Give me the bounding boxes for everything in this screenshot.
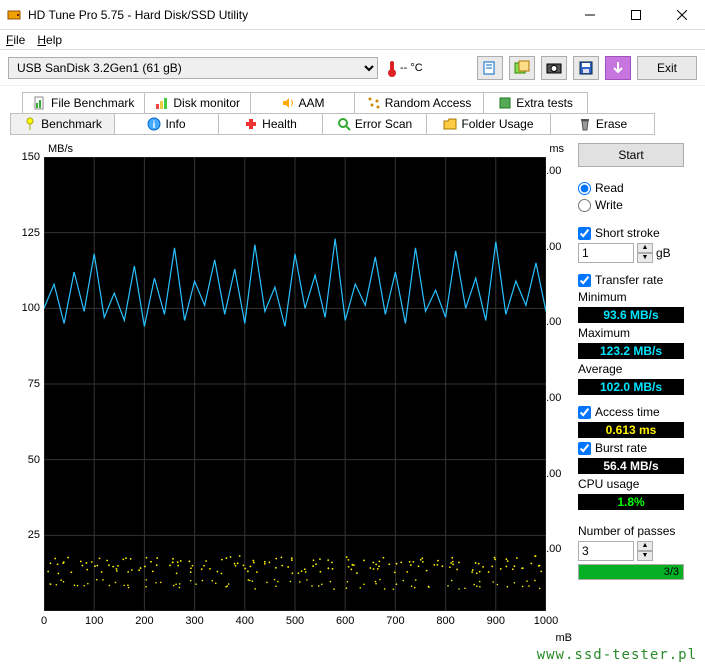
x-unit: mB [556,632,573,644]
y-left-tick: 25 [16,529,40,541]
y-left-tick: 75 [16,378,40,390]
tab-random-access[interactable]: Random Access [354,92,484,113]
maximize-button[interactable] [613,0,659,30]
titlebar: HD Tune Pro 5.75 - Hard Disk/SSD Utility [0,0,705,30]
maximum-label: Maximum [578,326,684,340]
average-label: Average [578,362,684,376]
y-right-tick: 1.00 [540,543,568,555]
tab-label: Benchmark [41,117,102,131]
start-button[interactable]: Start [578,143,684,167]
temperature-value: -- °C [400,62,423,74]
menu-file[interactable]: File [6,33,25,47]
write-radio[interactable]: Write [578,198,684,212]
burst-rate-value: 56.4 MB/s [578,458,684,474]
watermark: www.ssd-tester.pl [537,647,697,663]
burst-rate-check[interactable]: Burst rate [578,441,684,455]
tab-aam[interactable]: AAM [250,92,355,113]
cpu-usage-value: 1.8% [578,494,684,510]
tab-label: Erase [596,117,627,131]
x-tick: 200 [135,615,153,627]
x-tick: 700 [386,615,404,627]
x-tick: 400 [236,615,254,627]
menu-help[interactable]: Help [37,33,62,47]
y-right-tick: 6.00 [540,165,568,177]
transfer-rate-check[interactable]: Transfer rate [578,273,684,287]
y-right-unit: ms [549,143,564,155]
tab-label: Folder Usage [461,117,533,131]
progress-text: 3/3 [664,565,679,579]
y-left-tick: 125 [16,227,40,239]
tab-erase[interactable]: Erase [550,113,655,135]
progress-bar: 3/3 [578,564,684,580]
x-tick: 100 [85,615,103,627]
tab-error-scan[interactable]: Error Scan [322,113,427,135]
menubar: File Help [0,30,705,50]
minimum-label: Minimum [578,290,684,304]
y-left-unit: MB/s [48,143,73,155]
tab-label: AAM [299,96,325,110]
tab-folder-usage[interactable]: Folder Usage [426,113,551,135]
access-time-check[interactable]: Access time [578,405,684,419]
cpu-usage-label: CPU usage [578,477,684,491]
tab-label: Random Access [385,96,472,110]
short-stroke-check[interactable]: Short stroke [578,226,684,240]
maximum-value: 123.2 MB/s [578,343,684,359]
y-left-tick: 50 [16,454,40,466]
y-right-tick: 2.00 [540,468,568,480]
y-left-tick: 100 [16,302,40,314]
y-right-tick: 5.00 [540,241,568,253]
benchmark-chart: MB/s ms 1.00 2.00 3.00 4.00 5.00 6.00 0 100 200 3… [10,143,570,648]
short-stroke-spinner[interactable]: ▲▼ [637,243,653,263]
minimize-button[interactable] [567,0,613,30]
tab-info[interactable]: i Info [114,113,219,135]
x-tick: 0 [41,615,47,627]
tab-label: Health [262,117,297,131]
y-right-tick: 3.00 [540,392,568,404]
tab-disk-monitor[interactable]: Disk monitor [144,92,251,113]
drive-select[interactable]: USB SanDisk 3.2Gen1 (61 gB) [8,57,378,79]
screenshot-button[interactable] [541,56,567,80]
minimum-value: 93.6 MB/s [578,307,684,323]
passes-label: Number of passes [578,524,684,538]
average-value: 102.0 MB/s [578,379,684,395]
x-tick: 600 [336,615,354,627]
passes-field[interactable] [578,541,634,561]
x-tick: 500 [286,615,304,627]
x-tick: 800 [436,615,454,627]
passes-spinner[interactable]: ▲▼ [637,541,653,561]
tab-benchmark[interactable]: Benchmark [10,113,115,135]
copy-screenshot-button[interactable] [509,56,535,80]
tab-label: Info [165,117,185,131]
toolbar: USB SanDisk 3.2Gen1 (61 gB) -- °C Exit [0,50,705,86]
tab-label: File Benchmark [51,96,134,110]
short-stroke-unit: gB [656,246,671,260]
tab-file-benchmark[interactable]: File Benchmark [22,92,145,113]
save-button[interactable] [573,56,599,80]
y-right-tick: 4.00 [540,316,568,328]
y-left-tick: 150 [16,151,40,163]
x-tick: 900 [487,615,505,627]
window-title: HD Tune Pro 5.75 - Hard Disk/SSD Utility [28,8,567,22]
svg-text:i: i [153,120,156,131]
tab-label: Error Scan [355,117,412,131]
short-stroke-field[interactable] [578,243,634,263]
tab-extra-tests[interactable]: Extra tests [483,92,588,113]
read-radio[interactable]: Read [578,181,684,195]
x-tick: 1000 [534,615,558,627]
app-icon [6,7,22,23]
sidebar: Start Read Write Short stroke ▲▼ gB Tran… [578,143,684,648]
tab-label: Extra tests [516,96,573,110]
access-time-value: 0.613 ms [578,422,684,438]
thermometer-icon [388,59,396,77]
temperature-display: -- °C [388,59,423,77]
options-button[interactable] [605,56,631,80]
close-button[interactable] [659,0,705,30]
tabs: File Benchmark Disk monitor AAM Random A… [0,86,705,135]
tab-health[interactable]: Health [218,113,323,135]
chart-plot-area [44,157,546,611]
x-tick: 300 [185,615,203,627]
copy-info-button[interactable] [477,56,503,80]
exit-button[interactable]: Exit [637,56,697,80]
tab-label: Disk monitor [173,96,240,110]
